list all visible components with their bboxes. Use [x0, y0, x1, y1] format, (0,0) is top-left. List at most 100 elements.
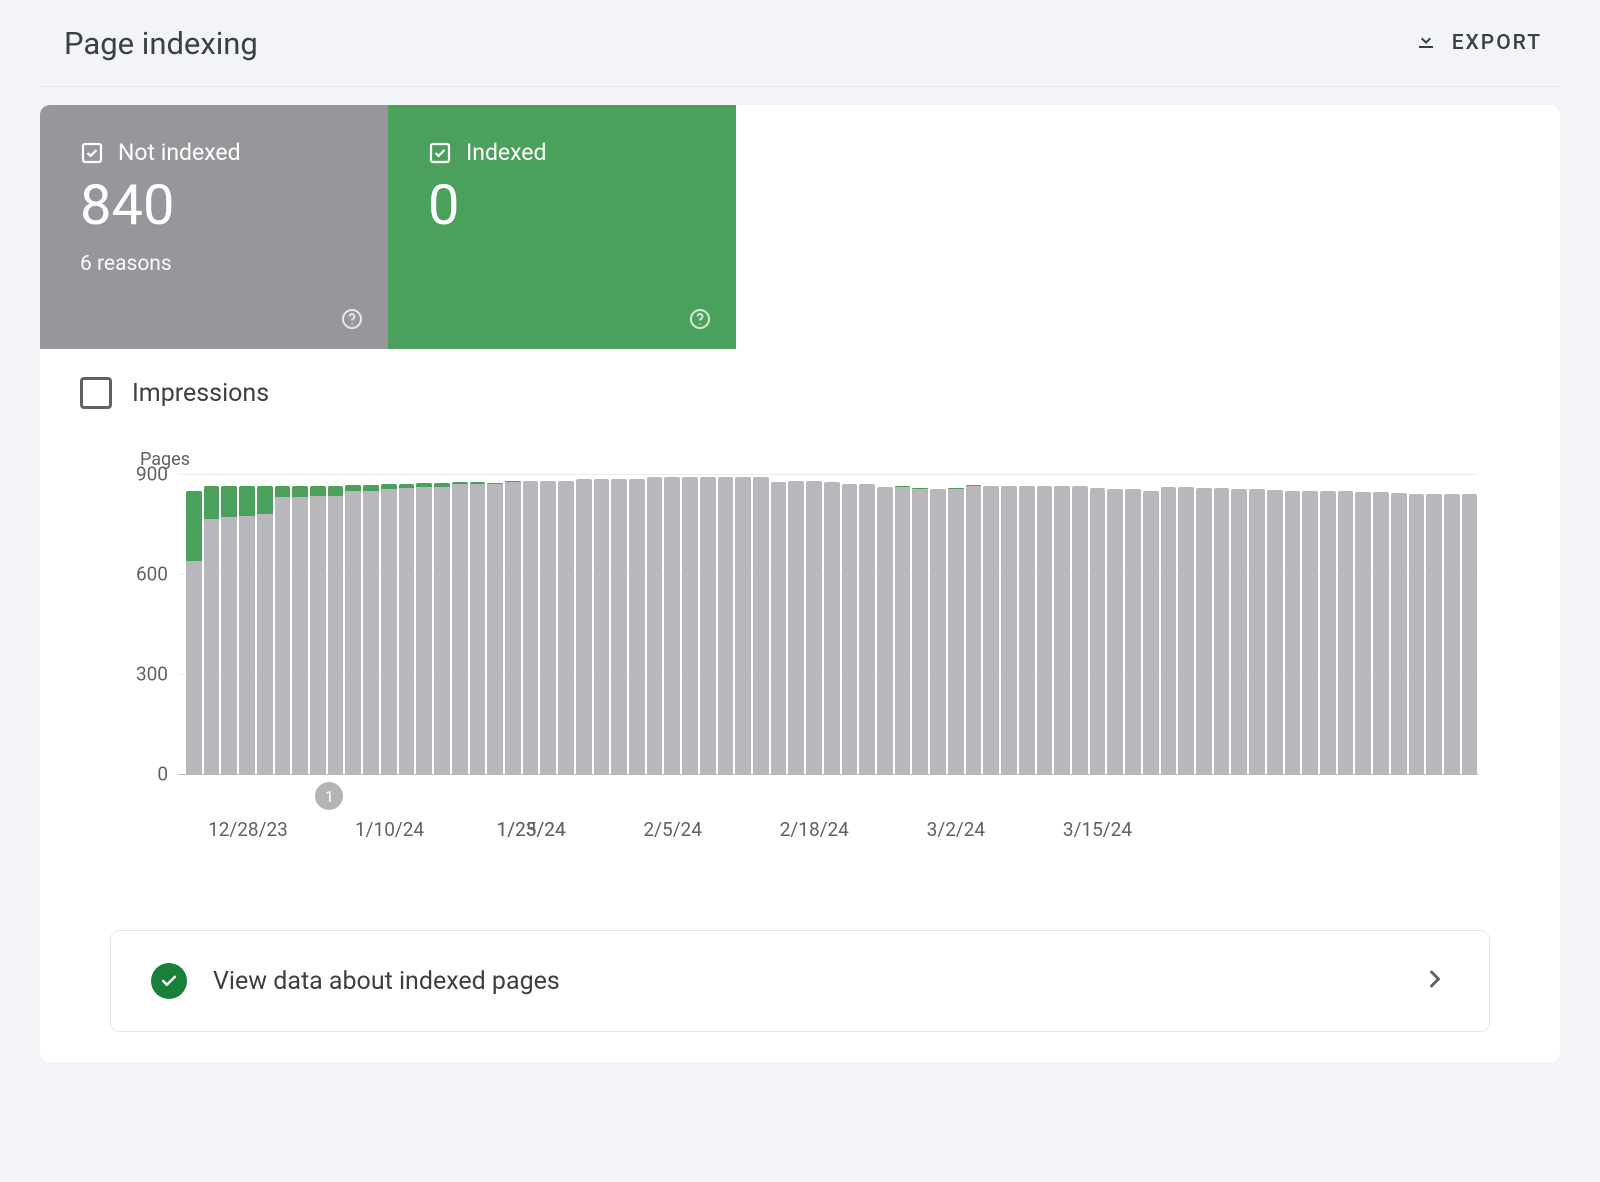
chart-bar[interactable]	[1373, 492, 1389, 774]
chart-bar[interactable]	[700, 477, 716, 774]
chart-bar[interactable]	[629, 479, 645, 774]
x-tick: 2/5/24	[644, 818, 702, 841]
tile-indexed[interactable]: Indexed 0	[388, 105, 736, 349]
y-tick: 600	[136, 563, 168, 586]
help-icon[interactable]	[340, 307, 364, 331]
chart-bar[interactable]	[204, 486, 220, 774]
chart-bar[interactable]	[895, 486, 911, 774]
chart-bar[interactable]	[718, 477, 734, 774]
chart-bar[interactable]	[257, 486, 273, 774]
chart-bar[interactable]	[1302, 491, 1318, 774]
chart-bar[interactable]	[434, 483, 450, 774]
download-icon	[1414, 28, 1438, 58]
chart-bar[interactable]	[1426, 494, 1442, 774]
chart-bars	[178, 474, 1478, 774]
chart-bar[interactable]	[1214, 488, 1230, 774]
chart-bar[interactable]	[966, 485, 982, 774]
tile-not-indexed-label: Not indexed	[118, 139, 241, 166]
chart-bar[interactable]	[842, 484, 858, 774]
x-tick: 1/10/24	[355, 818, 424, 841]
chart-bar[interactable]	[558, 481, 574, 774]
chart-bar[interactable]	[611, 479, 627, 774]
chart-annotation-marker[interactable]: 1	[315, 782, 343, 810]
chart-bar[interactable]	[647, 477, 663, 774]
indexing-card: Not indexed 840 6 reasons Indexed 0 Impr…	[40, 105, 1560, 1062]
chart-bar[interactable]	[824, 482, 840, 774]
chart-bar[interactable]	[1409, 494, 1425, 774]
tile-not-indexed-sub: 6 reasons	[80, 252, 358, 276]
tile-indexed-value: 0	[428, 172, 706, 238]
chart-bar[interactable]	[1249, 489, 1265, 774]
chart-bar[interactable]	[487, 483, 503, 774]
chart-bar[interactable]	[1355, 492, 1371, 774]
chart-bar[interactable]	[310, 486, 326, 774]
chart-bar[interactable]	[1143, 491, 1159, 774]
chart-bar[interactable]	[859, 484, 875, 774]
chart-bar[interactable]	[1107, 489, 1123, 774]
chart-bar[interactable]	[788, 481, 804, 774]
chart-bar[interactable]	[452, 482, 468, 774]
chart: Pages 0300600900 1 12/28/231/10/241/23/2…	[40, 419, 1560, 874]
chart-bar[interactable]	[983, 486, 999, 774]
impressions-checkbox[interactable]	[80, 377, 112, 409]
chart-bar[interactable]	[186, 491, 202, 774]
chart-bar[interactable]	[682, 477, 698, 774]
chart-bar[interactable]	[381, 484, 397, 774]
chart-bar[interactable]	[1462, 494, 1478, 774]
chart-bar[interactable]	[1090, 488, 1106, 774]
chart-bar[interactable]	[594, 479, 610, 774]
chart-bar[interactable]	[576, 479, 592, 774]
checkbox-checked-icon	[80, 141, 104, 165]
page-header: Page indexing EXPORT	[40, 0, 1560, 87]
chart-bar[interactable]	[1196, 488, 1212, 774]
chart-bar[interactable]	[1267, 490, 1283, 774]
chart-bar[interactable]	[753, 477, 769, 774]
chart-bar[interactable]	[1391, 493, 1407, 774]
chart-bar[interactable]	[1125, 489, 1141, 774]
chart-bar[interactable]	[912, 488, 928, 774]
chart-bar[interactable]	[363, 485, 379, 774]
chart-bar[interactable]	[239, 486, 255, 774]
chart-bar[interactable]	[505, 481, 521, 774]
chart-bar[interactable]	[1161, 487, 1177, 774]
view-indexed-data-row[interactable]: View data about indexed pages	[110, 930, 1490, 1032]
chart-bar[interactable]	[1178, 487, 1194, 774]
export-label: EXPORT	[1452, 31, 1542, 55]
chart-bar[interactable]	[470, 482, 486, 774]
chart-bar[interactable]	[1338, 491, 1354, 774]
chart-bar[interactable]	[664, 477, 680, 774]
chart-bar[interactable]	[275, 486, 291, 774]
chart-bar[interactable]	[948, 488, 964, 774]
view-indexed-data-label: View data about indexed pages	[213, 967, 1395, 996]
chart-bar[interactable]	[540, 481, 556, 774]
chart-bar[interactable]	[1054, 486, 1070, 774]
tile-not-indexed-value: 840	[80, 172, 358, 238]
tile-not-indexed[interactable]: Not indexed 840 6 reasons	[40, 105, 388, 349]
chart-bar[interactable]	[1001, 486, 1017, 774]
chart-bar[interactable]	[292, 486, 308, 774]
chart-bar[interactable]	[877, 487, 893, 774]
chart-bar[interactable]	[806, 481, 822, 774]
chart-bar[interactable]	[1231, 489, 1247, 774]
chart-bar[interactable]	[771, 482, 787, 774]
chart-bar[interactable]	[1285, 491, 1301, 774]
chart-bar[interactable]	[1019, 486, 1035, 774]
x-tick: 2/18/24	[780, 818, 849, 841]
chart-bar[interactable]	[328, 486, 344, 774]
chart-bar[interactable]	[1444, 494, 1460, 774]
chart-bar[interactable]	[523, 481, 539, 774]
chart-bar[interactable]	[399, 484, 415, 774]
chart-bar[interactable]	[1320, 491, 1336, 774]
chart-bar[interactable]	[221, 486, 237, 774]
help-icon[interactable]	[688, 307, 712, 331]
chart-bar[interactable]	[416, 483, 432, 774]
chart-bar[interactable]	[1072, 486, 1088, 774]
chart-bar[interactable]	[345, 485, 361, 774]
chart-bar[interactable]	[1037, 486, 1053, 774]
chart-x-axis: 12/28/231/10/241/23/241/25/242/5/242/18/…	[186, 818, 1478, 874]
chart-y-label: Pages	[140, 449, 1478, 470]
chart-bar[interactable]	[930, 489, 946, 774]
export-button[interactable]: EXPORT	[1408, 24, 1548, 62]
x-tick: 1/25/24	[497, 818, 566, 841]
chart-bar[interactable]	[735, 477, 751, 774]
